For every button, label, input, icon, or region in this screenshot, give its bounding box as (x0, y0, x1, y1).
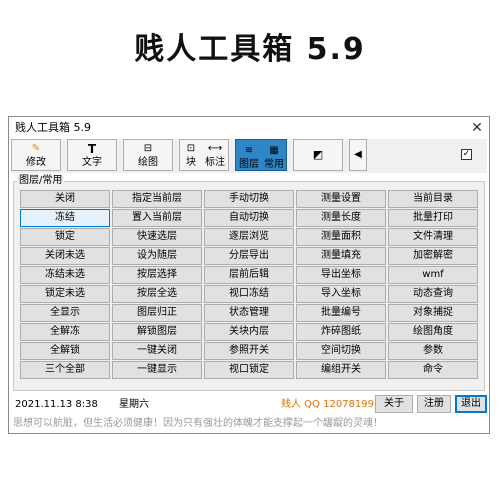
command-button[interactable]: 批量打印 (388, 209, 478, 227)
command-button[interactable]: 全解锁 (20, 342, 110, 360)
command-button[interactable]: 锁定 (20, 228, 110, 246)
author-contact: 贱人 QQ 120781998 (281, 399, 381, 410)
title-bar: 贱人工具箱 5.9 ✕ (9, 117, 489, 139)
pencil-icon: ✎ (31, 143, 41, 154)
command-button[interactable]: 测量面积 (296, 228, 386, 246)
command-button[interactable]: 按层选择 (112, 266, 202, 284)
group-label: 图层/常用 (17, 175, 65, 187)
text-label: 文字 (82, 157, 102, 168)
toolbar: ✎ 修改 T 文字 ⊟ 绘图 ⊡ 块 ⟷ 标注 ≋ 图层 ▦ 常用 ◩ ◀ ✓ (11, 139, 487, 173)
modify-button[interactable]: ✎ 修改 (11, 139, 61, 171)
command-button[interactable]: 快速选层 (112, 228, 202, 246)
layer-tab[interactable]: ≋ 图层 (236, 142, 262, 170)
text-button[interactable]: T 文字 (67, 139, 117, 171)
draw-label: 绘图 (138, 157, 158, 168)
draw-icon: ⊟ (143, 143, 153, 154)
command-button[interactable]: 文件清理 (388, 228, 478, 246)
command-button[interactable]: 设为随层 (112, 247, 202, 265)
command-button[interactable]: 测量填充 (296, 247, 386, 265)
command-button[interactable]: 解锁图层 (112, 323, 202, 341)
app-window: 贱人工具箱 5.9 ✕ ✎ 修改 T 文字 ⊟ 绘图 ⊡ 块 ⟷ 标注 ≋ 图层 (8, 116, 490, 434)
dimension-label: 标注 (205, 157, 225, 168)
block-label: 块 (186, 157, 196, 168)
command-button[interactable]: 命令 (388, 361, 478, 379)
command-button[interactable]: 层前后辑 (204, 266, 294, 284)
command-button[interactable]: 绘图角度 (388, 323, 478, 341)
command-button[interactable]: 测量长度 (296, 209, 386, 227)
block-dimension-button[interactable]: ⊡ 块 ⟷ 标注 (179, 139, 229, 171)
command-button[interactable]: 指定当前层 (112, 190, 202, 208)
block-icon: ⊡ (186, 143, 196, 154)
motto-text: 思想可以航脏，但生活必须健康！因为只有强壮的体魄才能支撑起一个龌龊的灵魂！ (13, 418, 383, 429)
command-button[interactable]: 关块内层 (204, 323, 294, 341)
command-button[interactable]: 加密解密 (388, 247, 478, 265)
command-button[interactable]: wmf (388, 266, 478, 284)
command-button[interactable]: 置入当前层 (112, 209, 202, 227)
command-button[interactable]: 状态管理 (204, 304, 294, 322)
arrow-left-icon: ◀ (354, 149, 362, 160)
command-button[interactable]: 自动切换 (204, 209, 294, 227)
command-button[interactable]: 参数 (388, 342, 478, 360)
command-button[interactable]: 视口冻结 (204, 285, 294, 303)
banner-title: 贱人工具箱 5.9 (134, 32, 366, 67)
command-button[interactable]: 导出坐标 (296, 266, 386, 284)
command-button[interactable]: 三个全部 (20, 361, 110, 379)
command-button[interactable]: 关闭 (20, 190, 110, 208)
draw-button[interactable]: ⊟ 绘图 (123, 139, 173, 171)
command-button[interactable]: 当前目录 (388, 190, 478, 208)
command-button[interactable]: 一键关闭 (112, 342, 202, 360)
command-button[interactable]: 全显示 (20, 304, 110, 322)
command-button[interactable]: 图层归正 (112, 304, 202, 322)
command-button[interactable]: 空间切换 (296, 342, 386, 360)
common-tab[interactable]: ▦ 常用 (262, 142, 286, 170)
command-button[interactable]: 锁定未选 (20, 285, 110, 303)
layer-common-group: 关闭 指定当前层 手动切换 测量设置 当前目录冻结 置入当前层 自动切换 测量长度 批量打印锁定… (13, 181, 485, 391)
register-button[interactable]: 注册 (417, 395, 451, 413)
command-button[interactable]: 炸碎图纸 (296, 323, 386, 341)
command-button[interactable]: 按层全选 (112, 285, 202, 303)
common-icon: ▦ (269, 145, 279, 156)
layer-label: 图层 (239, 159, 259, 170)
command-grid: 关闭 指定当前层 手动切换 测量设置 当前目录冻结 置入当前层 自动切换 测量长度 批量打印锁定… (20, 190, 478, 379)
scroll-left-button[interactable]: ◀ (349, 139, 367, 171)
modify-label: 修改 (26, 157, 46, 168)
command-button[interactable]: 测量设置 (296, 190, 386, 208)
command-button[interactable]: 编组开关 (296, 361, 386, 379)
command-button[interactable]: 冻结 (20, 209, 110, 227)
command-button[interactable]: 对象捕捉 (388, 304, 478, 322)
command-button[interactable]: 导入坐标 (296, 285, 386, 303)
window-title: 贱人工具箱 5.9 (15, 121, 91, 134)
weekday: 星期六 (119, 399, 149, 410)
command-button[interactable]: 分层导出 (204, 247, 294, 265)
layer-icon: ≋ (244, 145, 254, 156)
command-button[interactable]: 参照开关 (204, 342, 294, 360)
command-button[interactable]: 手动切换 (204, 190, 294, 208)
date-time: 2021.11.13 8:38 (15, 399, 98, 410)
about-button[interactable]: 关于 (375, 395, 413, 413)
dimension-icon: ⟷ (207, 143, 223, 154)
common-label: 常用 (264, 159, 284, 170)
layer-common-button[interactable]: ≋ 图层 ▦ 常用 (235, 139, 287, 171)
extra-icon: ◩ (312, 148, 324, 161)
command-button[interactable]: 逐层浏览 (204, 228, 294, 246)
close-icon[interactable]: ✕ (465, 117, 489, 139)
command-button[interactable]: 批量编号 (296, 304, 386, 322)
command-button[interactable]: 视口锁定 (204, 361, 294, 379)
extra-button[interactable]: ◩ (293, 139, 343, 171)
command-button[interactable]: 一键显示 (112, 361, 202, 379)
text-icon: T (87, 142, 97, 156)
command-button[interactable]: 冻结未选 (20, 266, 110, 284)
topmost-checkbox[interactable]: ✓ (461, 149, 472, 160)
command-button[interactable]: 动态查询 (388, 285, 478, 303)
exit-button[interactable]: 退出 (455, 395, 487, 413)
command-button[interactable]: 关闭未选 (20, 247, 110, 265)
command-button[interactable]: 全解冻 (20, 323, 110, 341)
status-bar: 2021.11.13 8:38 星期六 贱人 QQ 120781998 关于 注… (11, 395, 487, 415)
